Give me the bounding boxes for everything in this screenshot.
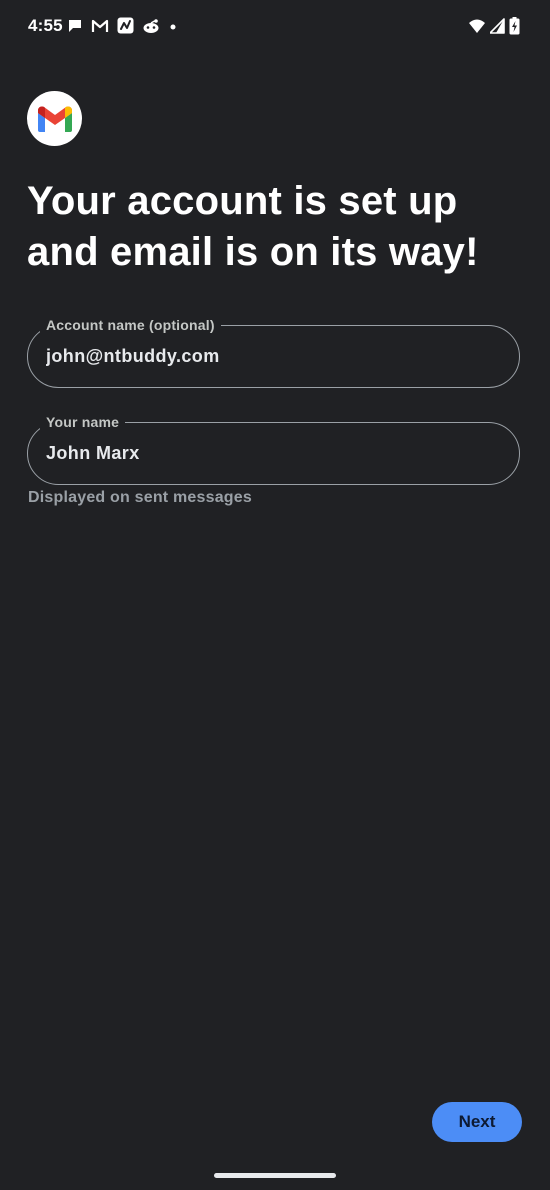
status-time: 4:55 bbox=[28, 16, 63, 35]
system-icons bbox=[468, 17, 520, 35]
gesture-nav-handle[interactable] bbox=[214, 1173, 336, 1178]
reddit-icon bbox=[143, 18, 159, 33]
battery-charging-icon bbox=[509, 17, 520, 35]
status-bar: 4:55 bbox=[0, 0, 550, 56]
page-title: Your account is set up and email is on i… bbox=[27, 179, 479, 274]
gmail-logo-icon bbox=[27, 91, 82, 146]
chat-bubble-icon bbox=[69, 19, 81, 32]
your-name-helper-text: Displayed on sent messages bbox=[28, 489, 252, 506]
next-button[interactable]: Next bbox=[432, 1102, 522, 1142]
account-name-input[interactable] bbox=[46, 326, 486, 387]
your-name-input[interactable] bbox=[46, 423, 486, 484]
gmail-icon bbox=[91, 19, 109, 32]
gmail-setup-screen: 4:55 Your account is set up and email is… bbox=[0, 0, 550, 1190]
notification-icons bbox=[67, 17, 178, 34]
your-name-field[interactable]: Your name bbox=[27, 414, 520, 485]
wifi-icon bbox=[469, 19, 485, 33]
news-app-icon bbox=[117, 17, 134, 34]
cellular-signal-icon bbox=[490, 18, 505, 34]
account-name-field[interactable]: Account name (optional) bbox=[27, 317, 520, 388]
dot-icon bbox=[170, 24, 176, 29]
